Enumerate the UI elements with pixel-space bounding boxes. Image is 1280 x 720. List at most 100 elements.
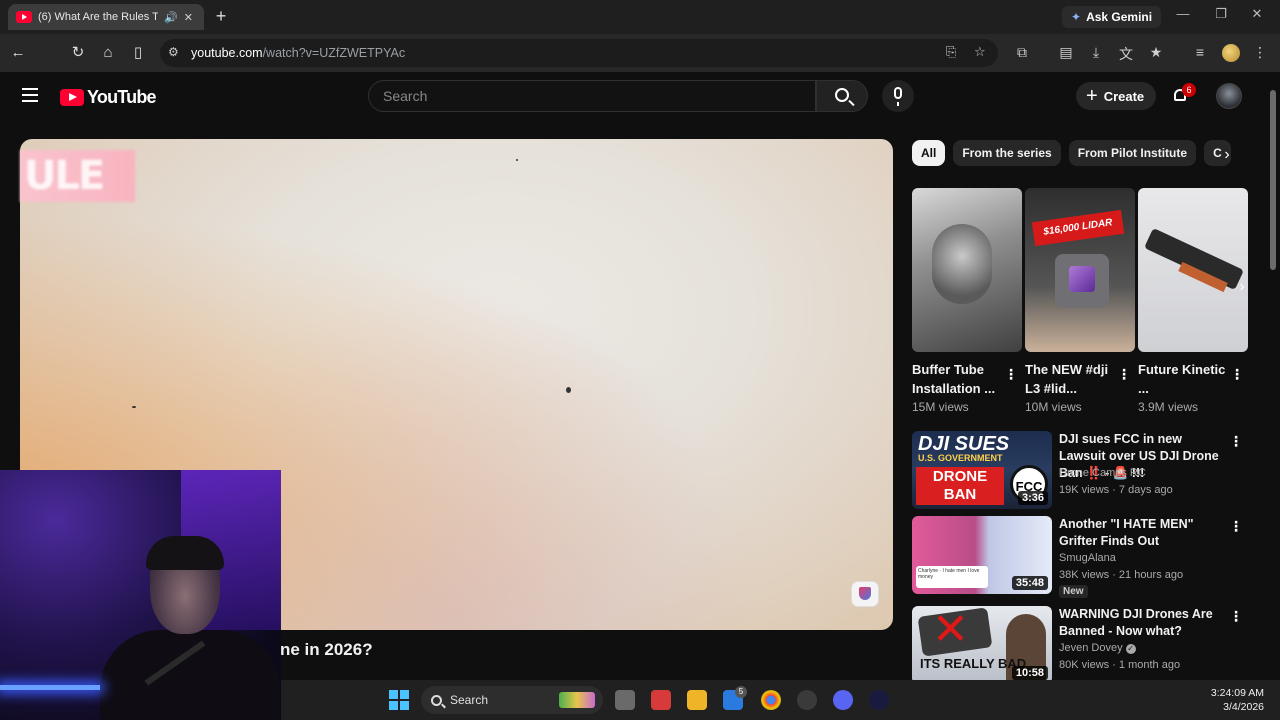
short-views: 15M views (912, 400, 969, 414)
video-thumbnail[interactable]: ✕ ITS REALLY BAD 10:58 (912, 606, 1052, 684)
lidar-device-shape (1055, 254, 1109, 308)
search-field[interactable] (368, 80, 816, 112)
shorts-shelf: Buffer Tube Installation ... 15M views ⋮… (912, 188, 1248, 418)
video-thumbnail[interactable]: Charlyne · I hate men I love money 35:48 (912, 516, 1052, 594)
chip-all[interactable]: All (912, 140, 946, 166)
url-text[interactable]: youtube.com/watch?v=UZfZWETPYAc (191, 46, 405, 60)
ask-gemini-button[interactable]: ✦ Ask Gemini (1062, 6, 1162, 28)
youtube-play-icon (60, 89, 84, 106)
short-item[interactable]: Buffer Tube Installation ... 15M views ⋮ (912, 188, 1022, 414)
app-red-icon[interactable] (651, 690, 671, 710)
page-scrollbar[interactable] (1270, 90, 1276, 270)
translate-icon[interactable]: 文 (1116, 44, 1136, 64)
favorites-icon[interactable]: ★ (1146, 44, 1166, 61)
task-view-icon[interactable] (615, 690, 635, 710)
discord-icon[interactable] (833, 690, 853, 710)
clock-time: 3:24:09 AM (1210, 687, 1264, 699)
video-overlay-text: ULE 8 (20, 150, 135, 202)
address-bar[interactable]: ⚙ youtube.com/watch?v=UZfZWETPYAc ⎘ ☆ (160, 39, 998, 67)
hamburger-menu-icon[interactable] (22, 88, 38, 102)
notification-count-badge: 6 (1182, 83, 1196, 97)
file-explorer-icon[interactable] (687, 690, 707, 710)
browser-profile-avatar[interactable] (1222, 44, 1240, 62)
account-avatar[interactable] (1216, 83, 1242, 109)
extensions-icon[interactable]: ⧉ (1012, 44, 1032, 61)
download-icon[interactable]: ⤓ (1086, 44, 1106, 61)
media-queue-icon[interactable]: ≡ (1190, 44, 1210, 60)
video-duration: 10:58 (1011, 666, 1048, 680)
video-title[interactable]: WARNING DJI Drones Are Banned - Now what… (1059, 606, 1225, 640)
recommendation-item[interactable]: ✕ ITS REALLY BAD 10:58 WARNING DJI Drone… (912, 606, 1247, 684)
windows-start-icon[interactable] (389, 690, 409, 710)
reload-icon[interactable]: ↻ (68, 43, 88, 63)
ask-gemini-label: Ask Gemini (1086, 10, 1153, 24)
install-app-icon[interactable]: ⎘ (946, 44, 956, 60)
system-clock[interactable]: 3:24:09 AM 3/4/2026 (1211, 686, 1264, 714)
channel-name[interactable]: SmugAlana (1059, 552, 1116, 564)
short-item[interactable]: Future Kinetic ... 3.9M views ⋮ (1138, 188, 1248, 414)
window-close-icon[interactable]: ✕ (1242, 6, 1272, 22)
recommendation-item[interactable]: DJI SUES U.S. GOVERNMENT DRONE BAN FCC 3… (912, 431, 1247, 509)
new-badge: New (1059, 585, 1088, 598)
chevron-right-icon[interactable]: › (1216, 146, 1238, 164)
mail-badge: 5 (735, 686, 747, 698)
more-options-icon[interactable]: ⋮ (1229, 518, 1243, 535)
browser-tab[interactable]: (6) What Are the Rules To Fly 🔊 ✕ (8, 4, 204, 30)
browser-tab-strip: (6) What Are the Rules To Fly 🔊 ✕ + ✦ As… (0, 0, 1280, 34)
thumbnail-text: U.S. GOVERNMENT (918, 453, 1003, 463)
webcam-led-strip (0, 685, 100, 690)
browser-toolbar: ← ↻ ⌂ ▯ ⚙ youtube.com/watch?v=UZfZWETPYA… (0, 34, 1280, 72)
speaker-icon[interactable]: 🔊 (164, 11, 178, 24)
more-options-icon[interactable]: ⋮ (1230, 366, 1244, 383)
search-highlight-art-icon (559, 692, 595, 708)
short-thumbnail-text: $16,000 LIDAR (1031, 209, 1125, 247)
create-button[interactable]: + Create (1076, 82, 1157, 110)
extension-shield-icon[interactable] (852, 582, 878, 606)
home-icon[interactable]: ⌂ (98, 43, 118, 63)
short-item[interactable]: $16,000 LIDAR The NEW #dji L3 #lid... 10… (1025, 188, 1135, 414)
minimize-icon[interactable]: — (1168, 6, 1198, 21)
more-options-icon[interactable]: ⋮ (1229, 608, 1243, 625)
channel-name[interactable]: Drone Camps RC (1059, 467, 1146, 479)
reading-mode-icon[interactable]: ▤ (1056, 44, 1076, 61)
bookmark-star-icon[interactable]: ☆ (974, 44, 986, 60)
youtube-logo[interactable]: YouTube (60, 87, 157, 108)
chip-from-the-series[interactable]: From the series (953, 140, 1061, 166)
recommendation-item[interactable]: Charlyne · I hate men I love money 35:48… (912, 516, 1247, 598)
more-options-icon[interactable]: ⋮ (1004, 366, 1018, 383)
video-thumbnail[interactable]: DJI SUES U.S. GOVERNMENT DRONE BAN FCC 3… (912, 431, 1052, 509)
webcam-overlay (0, 470, 281, 720)
taskbar-search[interactable]: Search (421, 686, 603, 714)
verified-check-icon: ✓ (1125, 644, 1136, 654)
back-arrow-icon[interactable]: ← (8, 43, 28, 63)
search-button[interactable] (816, 80, 868, 112)
more-options-icon[interactable]: ⋮ (1117, 366, 1131, 383)
chrome-icon[interactable] (761, 690, 781, 710)
youtube-favicon-icon (16, 11, 32, 23)
short-thumbnail[interactable]: $16,000 LIDAR (1025, 188, 1135, 352)
sidebar-icon[interactable]: ▯ (128, 43, 148, 63)
short-title[interactable]: The NEW #dji L3 #lid... (1025, 360, 1117, 398)
voice-search-button[interactable] (882, 80, 914, 112)
more-options-icon[interactable]: ⋮ (1229, 433, 1243, 450)
short-title[interactable]: Future Kinetic ... (1138, 360, 1230, 398)
webcam-person-cap (146, 536, 224, 570)
short-views: 3.9M views (1138, 400, 1199, 414)
app-dark-icon[interactable] (797, 690, 817, 710)
short-title[interactable]: Buffer Tube Installation ... (912, 360, 1004, 398)
video-title: ne in 2026? (280, 640, 373, 659)
restore-icon[interactable]: ❐ (1206, 6, 1236, 22)
close-tab-icon[interactable]: ✕ (184, 11, 193, 24)
thumbnail-text: ITS REALLY BAD (920, 656, 1027, 671)
video-title[interactable]: Another "I HATE MEN" Grifter Finds Out (1059, 516, 1225, 550)
search-input[interactable] (369, 81, 815, 111)
menu-dots-icon[interactable]: ⋮ (1250, 44, 1270, 61)
new-tab-icon[interactable]: + (210, 6, 232, 28)
app-steam-icon[interactable] (869, 690, 889, 710)
site-info-icon[interactable]: ⚙ (168, 45, 179, 59)
chip-from-pilot-institute[interactable]: From Pilot Institute (1068, 140, 1197, 166)
short-thumbnail[interactable] (1138, 188, 1248, 352)
shorts-next-chevron-icon[interactable]: › (1232, 278, 1252, 296)
short-thumbnail[interactable] (912, 188, 1022, 352)
channel-name[interactable]: Jeven Dovey ✓ (1059, 642, 1136, 654)
